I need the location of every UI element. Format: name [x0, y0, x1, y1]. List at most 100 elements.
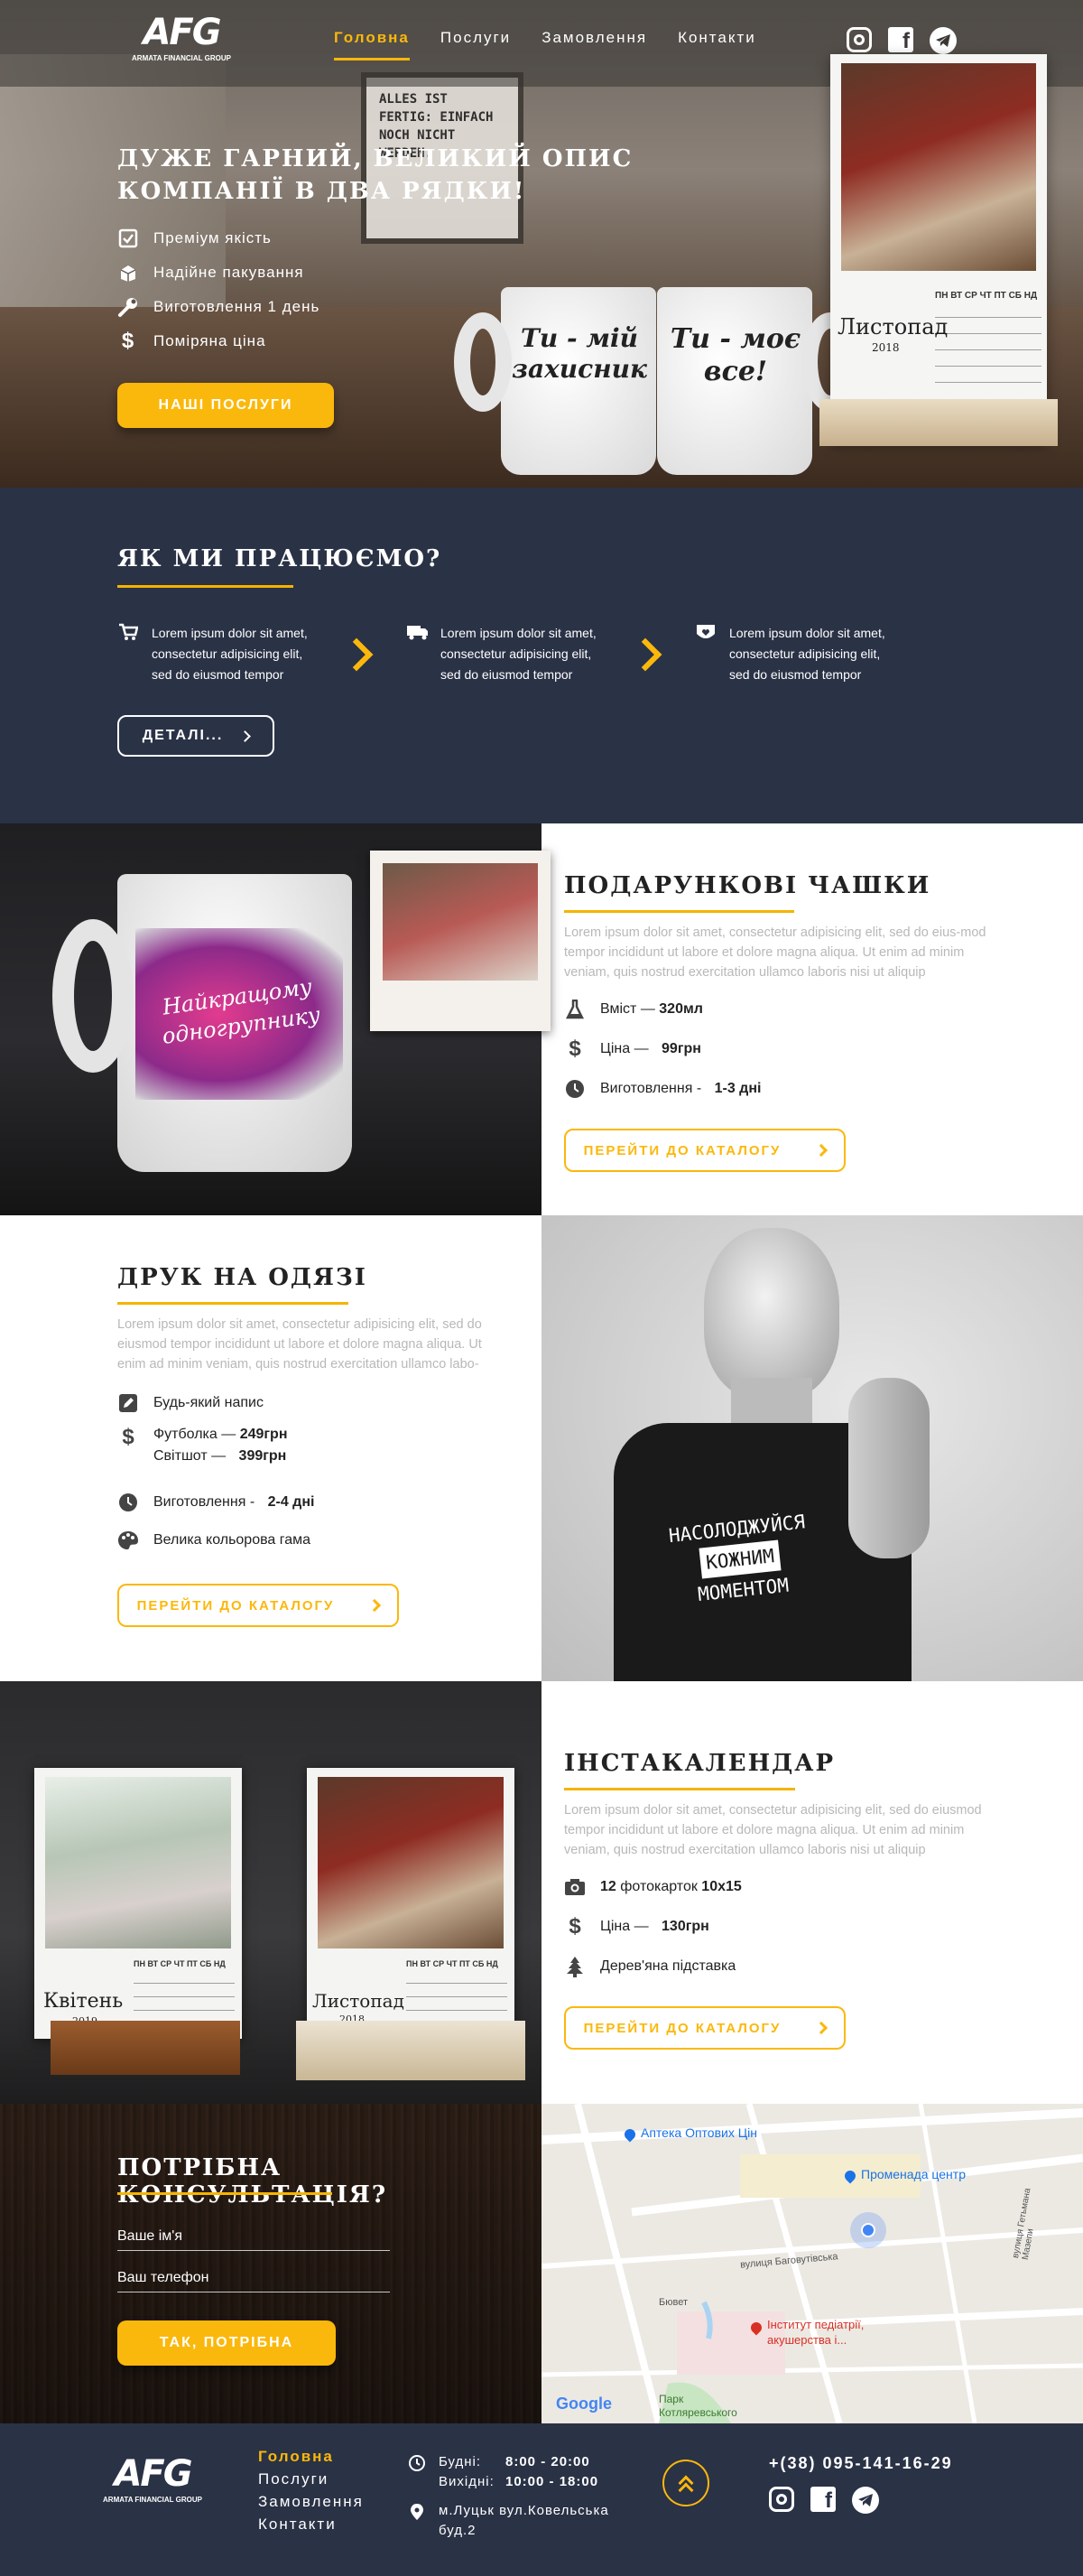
hero-title-line2: КОМПАНІЇ В ДВА РЯДКИ! — [117, 178, 526, 205]
facebook-icon[interactable]: f — [810, 2487, 836, 2512]
insta-calendar-left: Квітень 2019 ПН ВТ СР ЧТ ПТ СБ НД — [34, 1768, 242, 2039]
dollar-icon: $ — [569, 1037, 581, 1061]
nav-orders[interactable]: Замовлення — [542, 29, 647, 60]
footer-link-home[interactable]: Головна — [258, 2445, 364, 2468]
mugs-feature-price: $ Ціна — 99грн — [564, 1037, 701, 1061]
print-feature-colors: Велика кольорова гама — [117, 1530, 310, 1551]
phone-input[interactable]: Ваш телефон — [117, 2270, 390, 2292]
consult-submit-button[interactable]: ТАК, ПОТРІБНА — [117, 2320, 336, 2366]
scroll-top-button[interactable] — [662, 2460, 709, 2506]
hero-calendar-stand — [819, 399, 1058, 446]
wrench-icon — [117, 296, 139, 318]
map-label: Аптека Оптових Цін — [641, 2125, 757, 2140]
hero-mug-left-text: Ти - мій захисник — [512, 323, 647, 384]
instagram-icon[interactable] — [847, 27, 872, 52]
how-step-text: Lorem ipsum dolor sit amet, — [440, 626, 597, 640]
print-feature-label: Виготовлення - — [153, 1494, 259, 1510]
mugs-photo-frame — [370, 851, 551, 1031]
footer-link-contacts[interactable]: Контакти — [258, 2513, 364, 2535]
name-input-placeholder: Ваше ім'я — [117, 2228, 183, 2244]
name-input[interactable]: Ваше ім'я — [117, 2228, 390, 2251]
print-feature-value: 249грн — [239, 1427, 288, 1442]
insta-description: Lorem ipsum dolor sit amet, consectetur … — [564, 1803, 982, 1857]
footer-phone[interactable]: +(38) 095-141-16-29 — [769, 2454, 953, 2473]
mugs-feature-volume: Вміст — 320мл — [564, 999, 703, 1020]
facebook-icon[interactable]: f — [888, 27, 913, 52]
mugs-description: Lorem ipsum dolor sit amet, consectetur … — [564, 925, 986, 980]
hero-section: ALLES IST FERTIG: EINFACH NOCH NICHT WER… — [0, 0, 1083, 488]
mugs-catalog-button[interactable]: ПЕРЕЙТИ ДО КАТАЛОГУ — [564, 1129, 846, 1172]
nav-home[interactable]: Головна — [334, 29, 410, 60]
print-feature-label: Будь-який напис — [153, 1395, 264, 1410]
print-section: ДРУК НА ОДЯЗІ Lorem ipsum dolor sit amet… — [0, 1215, 1083, 1681]
hero-mug-right: Ти - моє все! — [657, 287, 859, 475]
hero-mug-right-text: Ти - моє все! — [670, 323, 801, 387]
how-step-1: Lorem ipsum dolor sit amet, consectetur a… — [117, 623, 308, 685]
footer-link-orders[interactable]: Замовлення — [258, 2490, 364, 2513]
insta-feature-price: $ Ціна — 130грн — [564, 1914, 709, 1939]
logo[interactable]: AFG ARMATA FINANCIAL GROUP — [123, 13, 240, 70]
insta-calendar-right: Листопад 2018 ПН ВТ СР ЧТ ПТ СБ НД — [307, 1768, 514, 2039]
mugs-section: Найкращому одногрупнику ПОДАРУНКОВІ ЧАШК… — [0, 823, 1083, 1215]
footer-hours-label: Будні: — [439, 2454, 482, 2469]
footer-logo-mark: AFG — [114, 2453, 192, 2495]
checkbox-icon — [117, 228, 139, 249]
footer-hours-value: 10:00 - 18:00 — [505, 2474, 599, 2489]
print-photo-head — [704, 1228, 839, 1400]
google-logo: Google — [556, 2395, 612, 2413]
map-panel[interactable]: Аптека Оптових Цін Променада центр вулиц… — [542, 2104, 1083, 2423]
hero-feature-speed: Виготовлення 1 день — [117, 296, 319, 318]
phone-input-placeholder: Ваш телефон — [117, 2270, 209, 2285]
map-label: Інститут педіатрії, акушерства і... — [767, 2318, 865, 2347]
telegram-icon[interactable] — [930, 27, 957, 54]
footer-link-services[interactable]: Послуги — [258, 2468, 364, 2490]
footer-logo[interactable]: AFG ARMATA FINANCIAL GROUP — [96, 2454, 209, 2504]
footer-hours: Будні: 8:00 - 20:00 Вихідні: 10:00 - 18:00 — [406, 2452, 598, 2492]
mugs-photo-mug: Найкращому одногрупнику — [52, 874, 352, 1172]
mugs-feature-label: Виготовлення - — [600, 1081, 706, 1096]
footer-hours-value: 8:00 - 20:00 — [505, 2454, 590, 2469]
insta-feature-value: 10х15 — [701, 1879, 742, 1894]
chevron-right-icon — [368, 1598, 382, 1613]
print-feature-label: Футболка — — [153, 1427, 240, 1442]
print-feature-value: 2-4 дні — [267, 1494, 315, 1510]
how-title-underline — [117, 585, 293, 588]
header-social: f — [847, 27, 957, 54]
insta-catalog-button[interactable]: ПЕРЕЙТИ ДО КАТАЛОГУ — [564, 2006, 846, 2050]
insta-feature-label: фотокарток — [616, 1879, 702, 1894]
dollar-icon: $ — [121, 329, 135, 353]
chevron-right-icon — [339, 637, 374, 672]
instagram-icon[interactable] — [769, 2487, 794, 2512]
print-title: ДРУК НА ОДЯЗІ — [117, 1264, 367, 1291]
nav-services[interactable]: Послуги — [440, 29, 511, 60]
hero-feature-label: Поміряна ціна — [153, 332, 266, 349]
how-title: ЯК МИ ПРАЦЮЄМО? — [117, 545, 442, 572]
details-button[interactable]: ДЕТАЛІ... — [117, 715, 274, 757]
print-feature-price: $ Футболка — 249грн Світшот — 399грн — [117, 1425, 288, 1465]
consult-section: ПОТРІБНА КОНСУЛЬТАЦІЯ? Ваше ім'я Ваш тел… — [0, 2104, 1083, 2423]
map-label: Променада центр — [861, 2167, 966, 2181]
consult-panel: ПОТРІБНА КОНСУЛЬТАЦІЯ? Ваше ім'я Ваш тел… — [0, 2104, 542, 2423]
print-feature-any-text: Будь-який напис — [117, 1392, 264, 1414]
map-label: Бювет — [659, 2297, 688, 2308]
footer-address-line1: м.Луцьк вул.Ковельська — [439, 2503, 609, 2518]
hero-calendar-year: 2018 — [872, 341, 900, 354]
hero-feature-label: Преміум якість — [153, 229, 272, 246]
box-icon — [117, 262, 139, 284]
print-catalog-button[interactable]: ПЕРЕЙТИ ДО КАТАЛОГУ — [117, 1584, 399, 1627]
dollar-icon: $ — [569, 1914, 581, 1939]
hero-calendar-days: ПН ВТ СР ЧТ ПТ СБ НД — [935, 291, 1038, 301]
insta-cal1-days: ПН ВТ СР ЧТ ПТ СБ НД — [134, 1959, 226, 1968]
mugs-title: ПОДАРУНКОВІ ЧАШКИ — [564, 872, 931, 899]
nav-contacts[interactable]: Контакти — [678, 29, 756, 60]
hero-calendar-grid — [935, 307, 1041, 394]
hero-feature-price: $ Поміряна ціна — [117, 329, 266, 353]
hero-services-button[interactable]: НАШІ ПОСЛУГИ — [117, 383, 334, 428]
print-feature-label: Світшот — — [153, 1448, 230, 1464]
insta-cal2-days: ПН ВТ СР ЧТ ПТ СБ НД — [406, 1959, 498, 1968]
page: ALLES IST FERTIG: EINFACH NOCH NICHT WER… — [0, 0, 1083, 2576]
footer-address-line2: буд.2 — [439, 2523, 477, 2538]
map-label: Парк Котляревського — [659, 2393, 737, 2419]
clock-icon — [117, 1492, 139, 1513]
telegram-icon[interactable] — [852, 2487, 879, 2514]
